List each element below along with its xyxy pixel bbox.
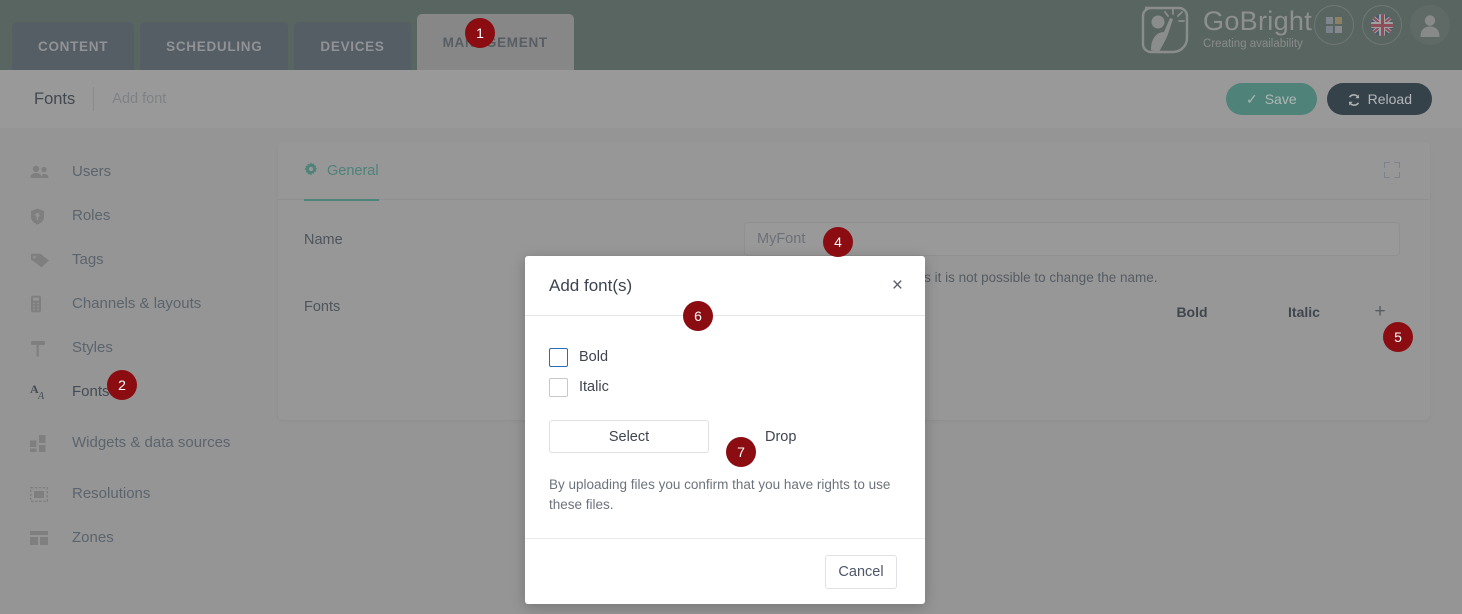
sidebar-item-roles[interactable]: Roles [0,194,278,238]
expand-icon[interactable] [1384,162,1400,178]
card-tab-bar: General [278,142,1430,201]
annotation-badge-5: 5 [1383,322,1413,352]
breadcrumb-sub: Add font [112,91,167,107]
tab-devices[interactable]: DEVICES [294,22,411,70]
tab-scheduling-label: SCHEDULING [166,38,263,54]
bold-checkbox-label: Bold [579,349,609,365]
sidebar-item-label: Styles [72,339,113,357]
italic-checkbox[interactable] [549,377,568,397]
dialog-footer: Cancel [525,538,925,604]
annotation-badge-1: 1 [465,18,495,48]
tab-content-label: CONTENT [38,38,109,54]
close-icon[interactable]: × [892,276,903,295]
column-header-italic: Italic [1288,304,1320,320]
sidebar-item-label: Resolutions [72,485,151,503]
sidebar-nav: Users Roles Tags Channels & layouts Styl… [0,128,278,614]
upload-disclaimer: By uploading files you confirm that you … [549,477,891,512]
reload-button[interactable]: Reload [1326,83,1432,115]
widgets-icon [30,434,56,452]
brand-tagline: Creating availability [1203,37,1303,50]
annotation-badge-2: 2 [107,370,137,400]
tab-devices-label: DEVICES [320,38,385,54]
italic-checkbox-label: Italic [579,379,609,395]
upload-controls: Select Drop [549,420,901,453]
sidebar-item-label: Widgets & data sources [72,434,231,452]
tab-general-label: General [327,162,379,179]
annotation-badge-4: 4 [823,227,853,257]
sidebar-item-zones[interactable]: Zones [0,516,278,560]
checkbox-row-italic: Italic [549,372,901,402]
sidebar-item-label: Channels & layouts [72,295,202,313]
sidebar-item-channels-layouts[interactable]: Channels & layouts [0,282,278,326]
brand-name: GoBright [1203,5,1312,36]
dialog-title: Add font(s) [549,275,633,295]
user-avatar-icon[interactable] [1410,5,1450,45]
save-button-label: Save [1264,91,1297,107]
annotation-badge-6: 6 [683,301,713,331]
tab-scheduling[interactable]: SCHEDULING [140,22,289,70]
bold-checkbox[interactable] [549,347,568,367]
drop-zone-label[interactable]: Drop [765,429,796,445]
sidebar-item-users[interactable]: Users [0,150,278,194]
svg-text:A: A [37,391,45,401]
select-file-button[interactable]: Select [549,420,709,453]
cancel-button[interactable]: Cancel [825,554,897,589]
page-actions: ✓ Save Reload [1225,83,1432,115]
users-icon [30,165,56,179]
apps-grid-icon[interactable] [1314,5,1354,45]
uk-flag-icon[interactable] [1362,5,1402,45]
brand-logo: GoBright Creating availability [1139,0,1312,58]
refresh-icon [1347,91,1361,107]
sidebar-item-label: Fonts [72,383,110,401]
tab-management[interactable]: MANAGEMENT [416,14,574,70]
page-title-bar: Fonts Add font ✓ Save Reload [0,70,1462,128]
checkbox-row-bold: Bold [549,342,901,372]
sidebar-item-label: Roles [72,207,111,225]
sidebar-item-resolutions[interactable]: Resolutions [0,472,278,516]
shield-key-icon [30,208,56,225]
zones-icon [30,531,56,545]
gobright-logo-icon [1139,4,1193,54]
sidebar-item-fonts[interactable]: A A Fonts [0,370,278,414]
app-header: CONTENT SCHEDULING DEVICES MANAGEMENT Go… [0,0,1462,70]
sidebar-item-label: Zones [72,529,114,547]
paint-roller-icon [30,340,56,357]
header-icon-group [1314,5,1450,45]
sidebar-item-label: Users [72,163,112,181]
remote-icon [30,295,56,313]
page-title: Fonts [34,89,76,108]
name-field-label: Name [304,232,343,248]
check-icon: ✓ [1245,90,1258,107]
tab-content[interactable]: CONTENT [12,22,135,70]
tab-management-label: MANAGEMENT [442,34,548,50]
sidebar-item-widgets-data-sources[interactable]: Widgets & data sources [0,414,278,472]
dialog-header: Add font(s) × [525,256,925,316]
sidebar-item-styles[interactable]: Styles [0,326,278,370]
reload-button-label: Reload [1367,91,1412,107]
dialog-body: Bold Italic Select Drop By uploading fil… [525,316,925,538]
save-button[interactable]: ✓ Save [1225,83,1317,115]
tab-general[interactable]: General [304,142,379,201]
add-fonts-dialog: Add font(s) × Bold Italic Select Drop By… [525,256,925,604]
plus-icon[interactable]: + [1360,301,1400,323]
resolution-icon [30,486,56,502]
font-aa-icon: A A [30,383,56,401]
gear-icon [304,162,318,180]
sidebar-item-label: Tags [72,251,104,269]
breadcrumb-divider [93,87,95,111]
tag-icon [30,253,56,268]
column-header-bold: Bold [1176,304,1208,320]
annotation-badge-7: 7 [726,437,756,467]
sidebar-item-tags[interactable]: Tags [0,238,278,282]
